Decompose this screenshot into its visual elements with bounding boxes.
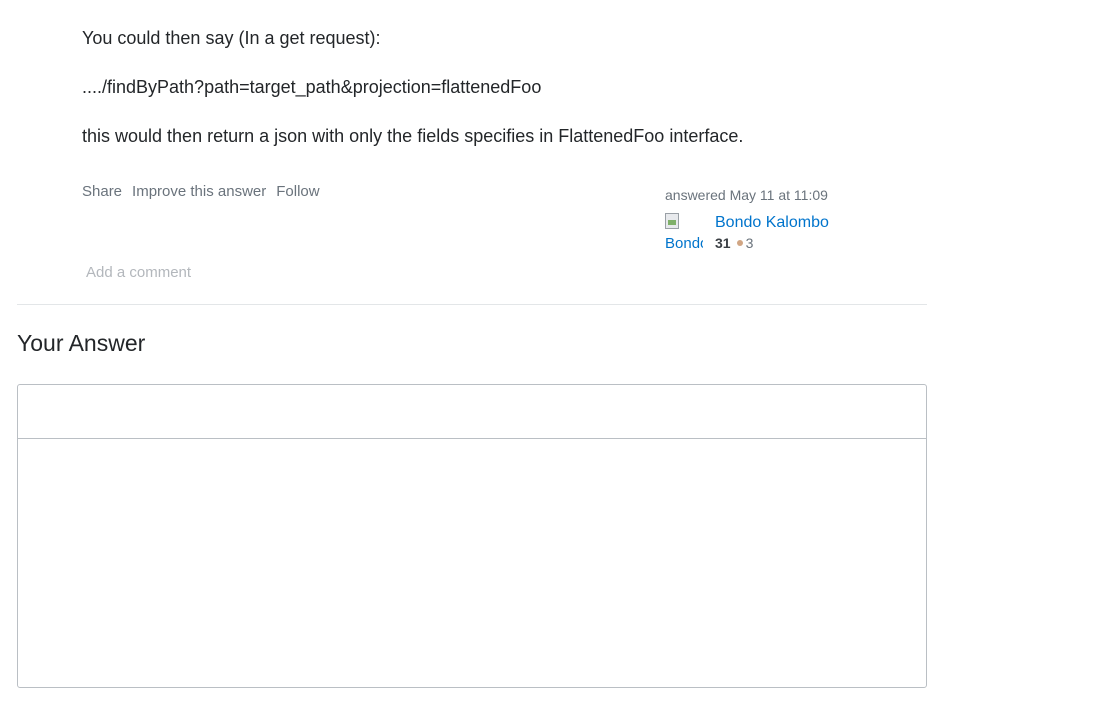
user-stats: 31 3 <box>715 233 753 254</box>
bronze-badge-count: 3 <box>745 235 754 251</box>
broken-image-icon <box>665 213 679 229</box>
your-answer-heading: Your Answer <box>17 330 146 356</box>
improve-answer-link[interactable]: Improve this answer <box>132 183 266 200</box>
bronze-badge-icon <box>736 240 743 246</box>
answer-paragraph: ..../findByPath?path=target_path&project… <box>82 77 542 97</box>
answer-paragraph: this would then return a json with only … <box>82 126 744 146</box>
editor-toolbar <box>18 385 926 439</box>
share-link[interactable]: Share <box>82 183 122 200</box>
add-comment-link[interactable]: Add a comment <box>86 264 191 281</box>
avatar[interactable]: Bondo Kalombo <box>665 212 703 250</box>
answer-textarea[interactable] <box>18 439 926 685</box>
answered-time: answered May 11 at 11:09 <box>665 187 828 203</box>
follow-link[interactable]: Follow <box>276 183 319 200</box>
post-menu: Share Improve this answer Follow <box>82 183 320 200</box>
user-name-link[interactable]: Bondo Kalombo <box>715 214 829 231</box>
user-info: Bondo Kalombo Bondo Kalombo 31 3 <box>665 212 850 252</box>
divider <box>17 304 927 305</box>
answer-paragraph: You could then say (In a get request): <box>82 28 381 48</box>
user-card: answered May 11 at 11:09 Bondo Kalombo B… <box>665 186 850 252</box>
avatar-alt-text: Bondo Kalombo <box>665 235 703 250</box>
reputation-score: 31 <box>715 235 731 251</box>
answer-editor <box>17 384 927 688</box>
user-details: Bondo Kalombo <box>715 212 829 233</box>
